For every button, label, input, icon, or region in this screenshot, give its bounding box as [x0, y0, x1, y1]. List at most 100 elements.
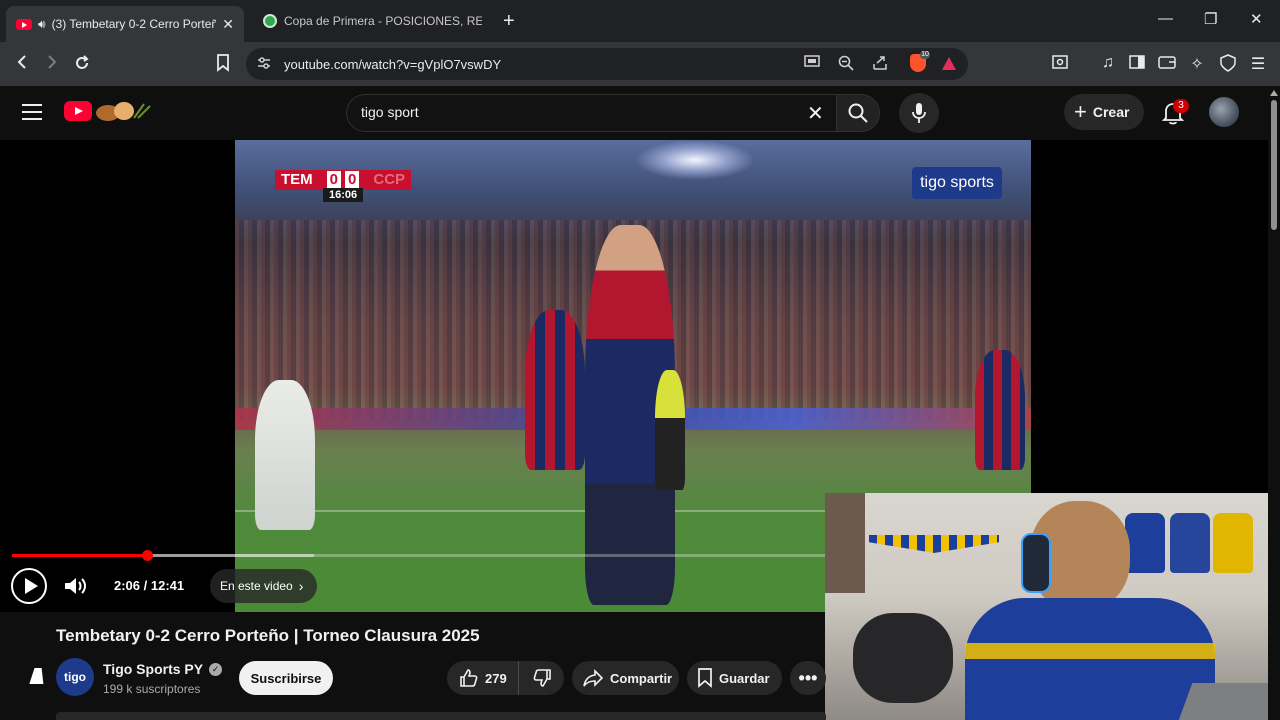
football-player-referee — [655, 370, 685, 490]
webcam-jersey — [1125, 513, 1165, 573]
webcam-keyboard — [1177, 683, 1268, 720]
chevron-right-icon: › — [298, 578, 304, 594]
close-window-icon[interactable]: ✕ — [1250, 10, 1263, 28]
close-tab-icon[interactable]: ✕ — [222, 16, 234, 33]
chapters-label: En este video — [220, 579, 293, 593]
search-button[interactable] — [836, 94, 880, 132]
browser-menu-icon[interactable]: ☰ — [1248, 54, 1268, 74]
restore-icon[interactable]: ❐ — [1204, 10, 1217, 28]
plus-icon: + — [1074, 99, 1087, 124]
progress-bar[interactable] — [12, 550, 825, 561]
microphone-icon — [912, 103, 926, 123]
webcam-overlay — [825, 493, 1268, 720]
tab-copa-de-primera[interactable]: Copa de Primera - POSICIONES, RESULTADOS — [252, 6, 492, 36]
mouse-cursor-icon — [29, 668, 49, 684]
share-button[interactable]: Compartir — [572, 661, 679, 695]
webcam-motorcycle — [853, 613, 953, 703]
more-actions-button[interactable]: ••• — [790, 661, 826, 695]
voice-search-button[interactable] — [899, 93, 939, 133]
subscriber-count: 199 k suscriptores — [103, 682, 201, 696]
channel-avatar[interactable]: tigo — [56, 658, 94, 696]
dislike-button[interactable] — [519, 661, 564, 695]
search-box: ✕ — [346, 94, 836, 132]
create-label: Crear — [1092, 104, 1130, 120]
youtube-header: ✕ + Crear 3 — [0, 86, 1268, 140]
like-dislike-group: 279 — [447, 661, 564, 695]
sidebar-icon[interactable] — [1127, 54, 1147, 75]
hamburger-menu-icon[interactable] — [22, 104, 42, 125]
verified-check-icon: ✓ — [209, 662, 223, 676]
webcam-bunting — [869, 535, 999, 553]
like-button[interactable]: 279 — [447, 661, 519, 695]
back-arrow-icon[interactable] — [12, 54, 32, 75]
time-display: 2:06 / 12:41 — [114, 578, 185, 593]
scoreboard: TEM 00 CCP — [275, 170, 412, 190]
chapters-button[interactable]: En este video › — [210, 569, 318, 603]
clear-search-icon[interactable]: ✕ — [807, 101, 824, 126]
minimize-icon[interactable]: — — [1158, 10, 1173, 27]
like-count: 279 — [485, 670, 507, 686]
away-team-abbr: CCP — [367, 170, 412, 190]
brave-rewards-icon[interactable] — [942, 57, 956, 70]
leo-ai-icon[interactable]: ✧ — [1187, 54, 1207, 74]
vpn-icon[interactable] — [1218, 54, 1238, 77]
music-note-icon[interactable]: ♫ — [1098, 54, 1118, 72]
save-button[interactable]: Guardar — [687, 661, 782, 695]
account-avatar[interactable] — [1209, 97, 1239, 127]
address-bar[interactable]: youtube.com/watch?v=gVplO7vswDY 10 — [246, 48, 968, 80]
football-player-right — [975, 350, 1025, 470]
speaker-icon[interactable]: 🔊︎ — [38, 17, 46, 32]
share-label: Compartir — [610, 670, 673, 686]
stadium-lights — [635, 140, 755, 180]
tab-title: Copa de Primera - POSICIONES, RESULTADOS — [284, 14, 482, 28]
volume-icon[interactable] — [62, 574, 90, 598]
create-button[interactable]: + Crear — [1064, 94, 1144, 130]
bookmark-icon[interactable] — [213, 54, 233, 77]
youtube-doodle-icon[interactable] — [94, 100, 152, 122]
search-input[interactable] — [361, 104, 781, 120]
share-arrow-icon — [583, 669, 604, 687]
browser-tab-bar: 🔊︎ (3) Tembetary 0-2 Cerro Porteño ✕ Cop… — [0, 0, 1280, 42]
soccer-ball-favicon-icon — [262, 13, 278, 29]
progress-scrubber-handle[interactable] — [141, 550, 153, 561]
broadcaster-logo: tigo sports — [912, 167, 1002, 199]
video-title: Tembetary 0-2 Cerro Porteño | Torneo Cla… — [56, 626, 480, 645]
football-player-red — [525, 310, 585, 470]
thumbs-up-icon — [460, 669, 478, 687]
notifications-count-badge: 3 — [1173, 99, 1189, 113]
webcam-jersey — [1213, 513, 1253, 573]
channel-name-link[interactable]: Tigo Sports PY ✓ — [103, 661, 223, 677]
reload-icon[interactable] — [72, 54, 92, 77]
more-horizontal-icon: ••• — [798, 667, 818, 688]
subscribe-button[interactable]: Suscribirse — [239, 661, 333, 695]
site-info-icon[interactable] — [256, 55, 272, 75]
football-player-white — [255, 380, 315, 530]
play-button[interactable] — [11, 568, 47, 604]
score: 00 — [318, 170, 368, 190]
url-text: youtube.com/watch?v=gVplO7vswDY — [284, 57, 502, 72]
cast-icon[interactable] — [804, 55, 820, 73]
webcam-person-body — [965, 598, 1215, 720]
away-score: 0 — [345, 171, 360, 188]
save-label: Guardar — [719, 670, 770, 686]
webcam-jersey — [1170, 513, 1210, 573]
tab-title: (3) Tembetary 0-2 Cerro Porteño — [51, 17, 217, 31]
browser-toolbar: youtube.com/watch?v=gVplO7vswDY 10 ♫ ✧ ☰ — [0, 42, 1280, 86]
webcam-shelf — [825, 493, 865, 593]
channel-name: Tigo Sports PY — [103, 661, 204, 677]
zoom-icon[interactable] — [838, 55, 854, 75]
home-team-abbr: TEM — [275, 170, 319, 190]
wallet-icon[interactable] — [1157, 54, 1177, 75]
new-tab-plus-icon[interactable]: + — [503, 10, 515, 33]
scroll-thumb[interactable] — [1271, 100, 1277, 230]
forward-arrow-icon[interactable] — [42, 54, 62, 75]
reader-mode-icon[interactable] — [1050, 54, 1070, 75]
youtube-logo-icon[interactable] — [64, 101, 92, 121]
tab-youtube-video[interactable]: 🔊︎ (3) Tembetary 0-2 Cerro Porteño ✕ — [6, 6, 244, 42]
thumbs-down-icon — [533, 669, 551, 687]
youtube-favicon-icon — [16, 16, 32, 32]
scroll-up-icon[interactable] — [1270, 90, 1278, 96]
description-box-edge — [56, 712, 826, 720]
page-scrollbar[interactable] — [1268, 86, 1280, 720]
share-page-icon[interactable] — [872, 55, 888, 75]
